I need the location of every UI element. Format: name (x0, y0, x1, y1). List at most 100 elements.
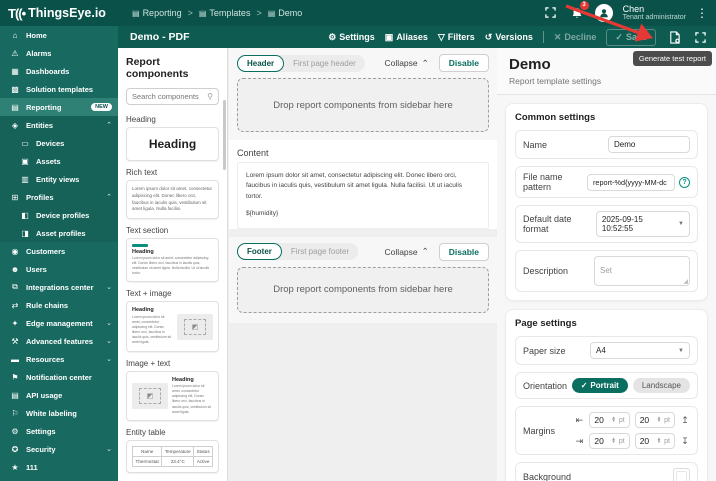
sidebar-item-asset-profiles[interactable]: ◨ Asset profiles (0, 224, 118, 242)
sidebar-item-reporting[interactable]: ▤ Reporting NEW (0, 98, 118, 116)
portrait-chip[interactable]: ✓ Portrait (571, 378, 628, 393)
sidebar-item-integrations-center[interactable]: ⧉ Integrations center ⌄ (0, 278, 118, 296)
default-date-format-row: Default date format 2025-09-15 10:52:55 … (515, 205, 698, 243)
aliases-button[interactable]: ▣ Aliases (385, 32, 428, 43)
sidebar-item-advanced-features[interactable]: ⚒ Advanced features ⌄ (0, 332, 118, 350)
component-card-image-text[interactable]: ◩ Heading Lorem ipsum dolor sit amet, cons… (126, 370, 219, 421)
footer-disable-button[interactable]: Disable (438, 242, 489, 261)
sidebar-item-security[interactable]: ✪ Security ⌄ (0, 440, 118, 458)
component-card-text-image[interactable]: Heading Lorem ipsum dolor sit amet, conse… (126, 301, 219, 352)
header-disable-button[interactable]: Disable (438, 54, 489, 72)
sidebar-item-label: Device profiles (36, 210, 90, 220)
sidebar-item-device-profiles[interactable]: ◧ Device profiles (0, 206, 118, 224)
paper-size-select[interactable]: A4 ▼ (590, 342, 690, 359)
orientation-label: Orientation (523, 380, 568, 391)
footer-collapse-button[interactable]: Collapse ⌃ (385, 246, 429, 257)
asset-profiles-icon: ◨ (21, 228, 29, 238)
avatar[interactable] (594, 3, 613, 22)
preview-heading: Heading (132, 248, 154, 255)
margin-right-icon: ⇥ (575, 435, 584, 446)
components-search[interactable]: ⚲ (126, 88, 219, 105)
search-input[interactable] (132, 92, 202, 101)
assets-icon: ▣ (21, 156, 29, 166)
component-card-entity-table[interactable]: Name Temperature Status Thermostat 23.4°C Act… (126, 439, 219, 473)
sidebar-item-entity-views[interactable]: ▥ Entity views (0, 170, 118, 188)
sidebar-item-settings[interactable]: ⚙ Settings (0, 422, 118, 440)
component-label-entity-table: Entity table (126, 427, 166, 437)
sidebar-item-home[interactable]: ⌂ Home (0, 26, 118, 44)
sidebar-item-profiles[interactable]: ⊞ Profiles ⌃ (0, 188, 118, 206)
content-block[interactable]: Lorem ipsum dolor sit amet, consectetur … (237, 162, 489, 229)
filters-button[interactable]: ▽ Filters (438, 32, 475, 43)
sidebar-item-api-usage[interactable]: ▤ API usage (0, 386, 118, 404)
margin-right-stepper[interactable]: 20 ▲ ▼ pt (589, 433, 630, 449)
name-input[interactable] (614, 140, 684, 149)
margin-left-stepper[interactable]: 20 ▲ ▼ pt (589, 412, 630, 428)
landscape-chip[interactable]: Landscape (632, 378, 690, 393)
decline-button[interactable]: ✕ Decline (554, 32, 597, 43)
name-field[interactable] (608, 136, 690, 153)
sidebar-item-white-labeling[interactable]: ⚐ White labeling (0, 404, 118, 422)
sidebar-item-label: Entity views (36, 174, 80, 184)
sidebar-item-edge-management[interactable]: ✦ Edge management ⌄ (0, 314, 118, 332)
sidebar-item-customers[interactable]: ◉ Customers (0, 242, 118, 260)
chevron-down-icon: ▼ (678, 221, 684, 227)
sidebar-item-entities[interactable]: ◈ Entities ⌃ (0, 116, 118, 134)
file-name-pattern-field[interactable] (587, 173, 675, 191)
breadcrumb-item-reporting[interactable]: ▤ Reporting (132, 8, 182, 18)
sidebar-item-111[interactable]: ★ 111 (0, 458, 118, 476)
sidebar-item-users[interactable]: ☻ Users (0, 260, 118, 278)
sidebar-item-rule-chains[interactable]: ⇄ Rule chains (0, 296, 118, 314)
tab-footer[interactable]: Footer (237, 243, 282, 261)
versions-button[interactable]: ↺ Versions (485, 32, 533, 43)
margin-bottom-icon: ↧ (681, 435, 689, 446)
sidebar-item-devices[interactable]: ▭ Devices (0, 134, 118, 152)
aliases-icon: ▣ (384, 31, 394, 42)
footer-dropzone[interactable]: Drop report components from sidebar here (237, 266, 489, 313)
default-date-format-select[interactable]: 2025-09-15 10:52:55 ▼ (595, 211, 690, 237)
sidebar-item-solution-templates[interactable]: ▩ Solution templates (0, 80, 118, 98)
margin-top-stepper[interactable]: 20 ▲ ▼ pt (634, 412, 675, 428)
generate-test-report-icon[interactable] (666, 29, 682, 45)
tab-first-page-footer[interactable]: First page footer (282, 244, 358, 259)
sidebar-item-resources[interactable]: ▬ Resources ⌄ (0, 350, 118, 368)
component-card-text-section[interactable]: Heading Lorem ipsum dolor sit amet, conse… (126, 238, 219, 283)
kebab-menu-icon[interactable]: ⋮ (696, 6, 708, 20)
sidebar-item-assets[interactable]: ▣ Assets (0, 152, 118, 170)
fullscreen-icon[interactable] (543, 5, 559, 21)
description-textarea[interactable]: Set ◢ (594, 256, 690, 286)
preview-text: Lorem ipsum dolor sit amet, consectetur … (132, 186, 213, 212)
settings-button[interactable]: ⚙ Settings (328, 32, 375, 43)
stepper-arrows-icon[interactable]: ▲ ▼ (657, 415, 661, 423)
sidebar-item-dashboards[interactable]: ▦ Dashboards (0, 62, 118, 80)
header-collapse-button[interactable]: Collapse ⌃ (385, 58, 429, 69)
breadcrumb-item-templates[interactable]: ▤ Templates (199, 8, 251, 18)
description-placeholder: Set (600, 266, 613, 275)
sidebar-item-alarms[interactable]: ⚠ Alarms (0, 44, 118, 62)
editor-fullscreen-icon[interactable] (692, 29, 708, 45)
resources-icon: ▬ (11, 354, 19, 364)
stepper-arrows-icon[interactable]: ▲ ▼ (611, 436, 615, 444)
breadcrumb-item-demo[interactable]: ▤ Demo (268, 8, 303, 18)
margin-bottom-stepper[interactable]: 20 ▲ ▼ pt (634, 433, 675, 449)
resize-grip-icon[interactable]: ◢ (683, 278, 688, 285)
notifications-bell-icon[interactable]: 3 (569, 0, 589, 21)
component-card-rich-text[interactable]: Lorem ipsum dolor sit amet, consectetur … (126, 180, 219, 219)
stepper-arrows-icon[interactable]: ▲ ▼ (611, 415, 615, 423)
help-icon[interactable]: ? (679, 176, 690, 188)
image-placeholder: ◩ (132, 382, 168, 409)
filter-icon: ▽ (437, 31, 445, 42)
tab-header[interactable]: Header (237, 54, 285, 72)
save-button[interactable]: ✓ Save (606, 28, 656, 46)
app-logo[interactable]: T((• ThingsEye.io (0, 6, 118, 21)
tab-first-page-header[interactable]: First page header (284, 56, 365, 71)
components-scrollbar[interactable] (223, 100, 226, 170)
background-color-swatch[interactable] (673, 468, 690, 481)
preview-heading: Heading (132, 307, 154, 314)
stepper-arrows-icon[interactable]: ▲ ▼ (657, 436, 661, 444)
file-name-pattern-input[interactable] (593, 177, 669, 187)
logo-icon: T((• (8, 5, 26, 21)
component-card-heading[interactable]: Heading (126, 127, 219, 161)
sidebar-item-notification-center[interactable]: ⚑ Notification center (0, 368, 118, 386)
header-dropzone[interactable]: Drop report components from sidebar here (237, 78, 489, 132)
